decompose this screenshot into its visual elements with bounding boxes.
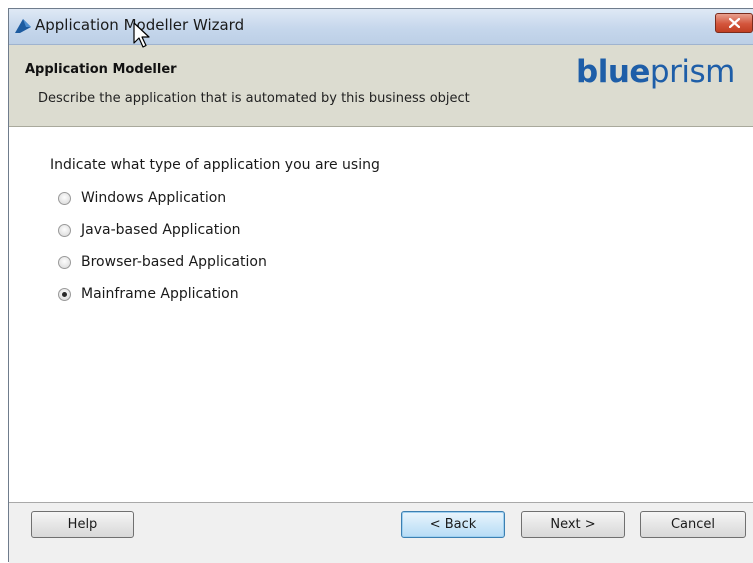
title-bar[interactable]: Application Modeller Wizard	[9, 9, 753, 45]
next-button[interactable]: Next >	[521, 511, 625, 538]
close-button[interactable]	[715, 13, 753, 33]
radio-windows-application[interactable]	[58, 191, 71, 205]
mouse-cursor-icon	[133, 22, 150, 48]
logo-text-prism: prism	[649, 54, 735, 90]
option-label[interactable]: Windows Application	[81, 190, 226, 206]
option-browser-based-application[interactable]: Browser-based Application	[58, 252, 267, 272]
option-windows-application[interactable]: Windows Application	[58, 188, 226, 208]
option-mainframe-application[interactable]: Mainframe Application	[58, 284, 239, 304]
application-type-prompt: Indicate what type of application you ar…	[50, 157, 380, 173]
option-label[interactable]: Browser-based Application	[81, 254, 267, 270]
blue-prism-logo: blueprism	[576, 54, 735, 90]
blue-prism-app-icon	[15, 19, 31, 33]
cancel-button[interactable]: Cancel	[640, 511, 746, 538]
back-button[interactable]: < Back	[401, 511, 505, 538]
radio-java-based-application[interactable]	[58, 223, 71, 237]
header-description: Describe the application that is automat…	[38, 91, 470, 106]
option-label[interactable]: Java-based Application	[81, 222, 241, 238]
wizard-content-panel	[9, 127, 753, 503]
logo-text-blue: blue	[576, 54, 650, 90]
header-title: Application Modeller	[25, 62, 177, 77]
help-button[interactable]: Help	[31, 511, 134, 538]
radio-mainframe-application[interactable]	[58, 287, 71, 301]
option-java-based-application[interactable]: Java-based Application	[58, 220, 241, 240]
close-icon	[729, 18, 740, 28]
radio-browser-based-application[interactable]	[58, 255, 71, 269]
option-label[interactable]: Mainframe Application	[81, 286, 239, 302]
